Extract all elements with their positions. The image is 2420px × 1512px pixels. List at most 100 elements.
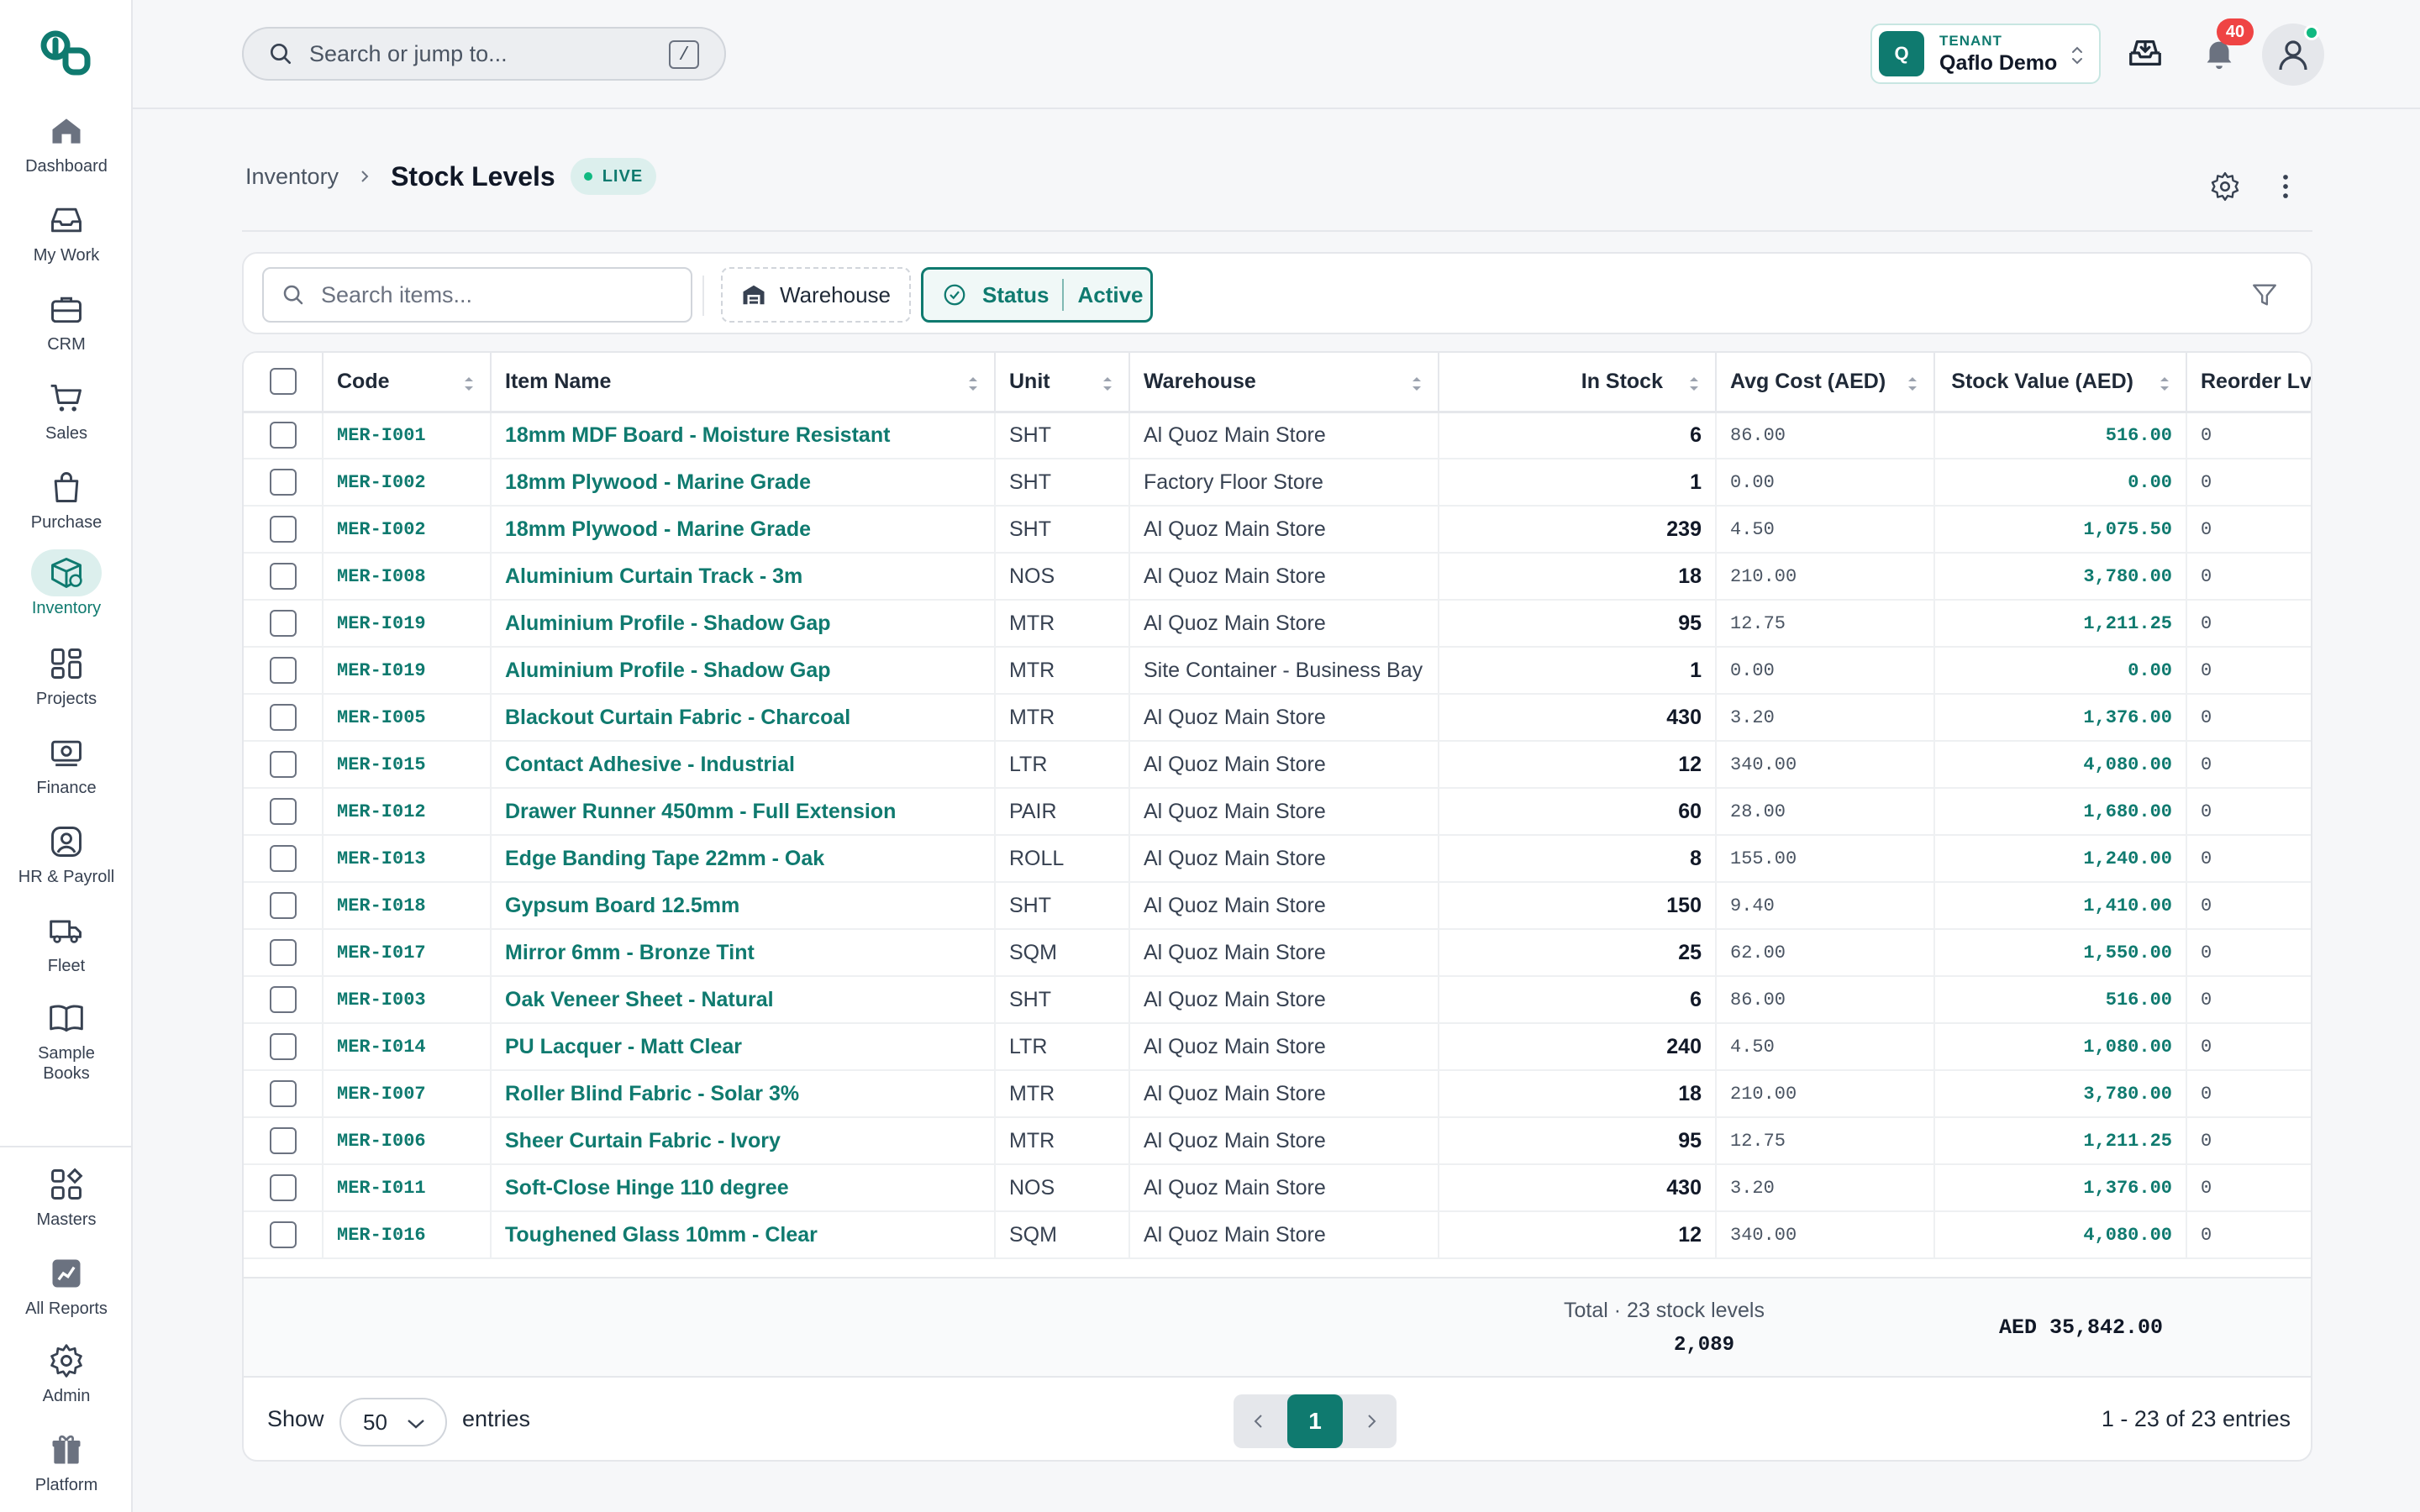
table-row[interactable]: MER-I005 Blackout Curtain Fabric - Charco… [244,694,2311,742]
sidebar-item-projects[interactable]: Projects [0,640,133,709]
cell-item-name[interactable]: Gypsum Board 12.5mm [491,882,996,930]
column-header-unit[interactable]: Unit [995,353,1130,413]
cell-item-name[interactable]: Drawer Runner 450mm - Full Extension [491,788,996,836]
previous-page-button[interactable] [1234,1394,1284,1448]
sidebar-item-my-work[interactable]: My Work [0,197,133,265]
column-header-item-name[interactable]: Item Name [491,353,996,413]
filter-icon[interactable] [2250,281,2279,309]
row-checkbox[interactable] [269,422,297,449]
cell-item-name[interactable]: Edge Banding Tape 22mm - Oak [491,835,996,883]
table-row[interactable]: MER-I002 18mm Plywood - Marine Grade SHT Al… [244,506,2311,554]
item-search[interactable] [262,267,692,323]
table-row[interactable]: MER-I008 Aluminium Curtain Track - 3m NOS A… [244,553,2311,601]
table-row[interactable]: MER-I019 Aluminium Profile - Shadow Gap MT… [244,600,2311,648]
settings-button[interactable] [2207,168,2244,205]
row-checkbox[interactable] [269,1033,297,1060]
cell-code[interactable]: MER-I007 [323,1070,492,1118]
tenant-switcher[interactable]: Q TENANT Qaflo Demo [1870,24,2101,84]
table-row[interactable]: MER-I019 Aluminium Profile - Shadow Gap MT… [244,647,2311,695]
column-header-avg-cost[interactable]: Avg Cost (AED) [1716,353,1935,413]
row-checkbox[interactable] [269,704,297,731]
inbox-tray-button[interactable] [2124,32,2166,74]
row-checkbox[interactable] [269,1127,297,1154]
next-page-button[interactable] [1346,1394,1397,1448]
sidebar-item-crm[interactable]: CRM [0,286,133,354]
table-scroll-area[interactable]: Code Item Name Unit Warehouse In Stock A… [244,353,2311,1277]
sidebar-item-all-reports[interactable]: All Reports [0,1250,133,1319]
more-options-button[interactable] [2267,168,2304,205]
warehouse-filter-chip[interactable]: Warehouse [721,267,911,323]
sidebar-item-admin[interactable]: Admin [0,1337,133,1406]
row-checkbox[interactable] [269,1080,297,1107]
table-row[interactable]: MER-I001 18mm MDF Board - Moisture Resist… [244,412,2311,459]
row-checkbox[interactable] [269,610,297,637]
table-row[interactable]: MER-I013 Edge Banding Tape 22mm - Oak ROLL… [244,835,2311,883]
cell-code[interactable]: MER-I002 [323,459,492,507]
row-checkbox[interactable] [269,469,297,496]
sidebar-item-sales[interactable]: Sales [0,375,133,444]
row-checkbox[interactable] [269,798,297,825]
cell-code[interactable]: MER-I011 [323,1164,492,1212]
cell-code[interactable]: MER-I012 [323,788,492,836]
select-all-checkbox[interactable] [269,368,297,396]
table-row[interactable]: MER-I011 Soft-Close Hinge 110 degree NOS Al… [244,1164,2311,1212]
cell-item-name[interactable]: 18mm Plywood - Marine Grade [491,506,996,554]
global-search[interactable]: / [242,27,726,81]
cell-item-name[interactable]: PU Lacquer - Matt Clear [491,1023,996,1071]
sidebar-item-dashboard[interactable]: Dashboard [0,108,133,176]
column-header-reorder-level[interactable]: Reorder Lvl [2186,353,2311,413]
cell-item-name[interactable]: Aluminium Curtain Track - 3m [491,553,996,601]
breadcrumb-inventory-link[interactable]: Inventory [245,164,339,190]
cell-item-name[interactable]: Mirror 6mm - Bronze Tint [491,929,996,977]
cell-item-name[interactable]: Soft-Close Hinge 110 degree [491,1164,996,1212]
cell-code[interactable]: MER-I013 [323,835,492,883]
column-header-warehouse[interactable]: Warehouse [1129,353,1439,413]
sidebar-item-masters[interactable]: Masters [0,1161,133,1230]
column-header-in-stock[interactable]: In Stock [1439,353,1717,413]
sidebar-item-fleet[interactable]: Fleet [0,907,133,976]
sidebar-item-finance[interactable]: Finance [0,729,133,798]
table-row[interactable]: MER-I012 Drawer Runner 450mm - Full Exten… [244,788,2311,836]
sidebar-item-inventory[interactable]: Inventory [0,549,133,618]
cell-item-name[interactable]: 18mm MDF Board - Moisture Resistant [491,412,996,459]
row-checkbox[interactable] [269,563,297,590]
row-checkbox[interactable] [269,939,297,966]
column-header-code[interactable]: Code [323,353,492,413]
cell-item-name[interactable]: Roller Blind Fabric - Solar 3% [491,1070,996,1118]
cell-code[interactable]: MER-I008 [323,553,492,601]
cell-code[interactable]: MER-I018 [323,882,492,930]
cell-item-name[interactable]: Blackout Curtain Fabric - Charcoal [491,694,996,742]
row-checkbox[interactable] [269,516,297,543]
row-checkbox[interactable] [269,986,297,1013]
qaflo-logo-icon[interactable] [39,29,94,79]
table-row[interactable]: MER-I015 Contact Adhesive - Industrial LTR… [244,741,2311,789]
row-checkbox[interactable] [269,751,297,778]
cell-item-name[interactable]: Aluminium Profile - Shadow Gap [491,600,996,648]
table-row[interactable]: MER-I002 18mm Plywood - Marine Grade SHT Fa… [244,459,2311,507]
row-checkbox[interactable] [269,1174,297,1201]
cell-code[interactable]: MER-I003 [323,976,492,1024]
cell-code[interactable]: MER-I014 [323,1023,492,1071]
cell-item-name[interactable]: Oak Veneer Sheet - Natural [491,976,996,1024]
cell-code[interactable]: MER-I002 [323,506,492,554]
table-row[interactable]: MER-I003 Oak Veneer Sheet - Natural SHT Al … [244,976,2311,1024]
cell-code[interactable]: MER-I017 [323,929,492,977]
cell-item-name[interactable]: Toughened Glass 10mm - Clear [491,1211,996,1259]
table-row[interactable]: MER-I014 PU Lacquer - Matt Clear LTR Al Quo… [244,1023,2311,1071]
cell-item-name[interactable]: Sheer Curtain Fabric - Ivory [491,1117,996,1165]
cell-code[interactable]: MER-I016 [323,1211,492,1259]
item-search-input[interactable] [321,281,674,308]
cell-code[interactable]: MER-I006 [323,1117,492,1165]
page-size-select[interactable]: 50 [339,1398,447,1446]
column-header-stock-value[interactable]: Stock Value (AED) [1934,353,2187,413]
cell-item-name[interactable]: Contact Adhesive - Industrial [491,741,996,789]
cell-code[interactable]: MER-I001 [323,412,492,459]
row-checkbox[interactable] [269,1221,297,1248]
table-row[interactable]: MER-I018 Gypsum Board 12.5mm SHT Al Quoz Ma… [244,882,2311,930]
row-checkbox[interactable] [269,892,297,919]
cell-item-name[interactable]: 18mm Plywood - Marine Grade [491,459,996,507]
page-button-current[interactable]: 1 [1287,1394,1343,1448]
row-checkbox[interactable] [269,845,297,872]
status-filter-chip[interactable]: Status Active [921,267,1153,323]
table-row[interactable]: MER-I006 Sheer Curtain Fabric - Ivory MTR A… [244,1117,2311,1165]
